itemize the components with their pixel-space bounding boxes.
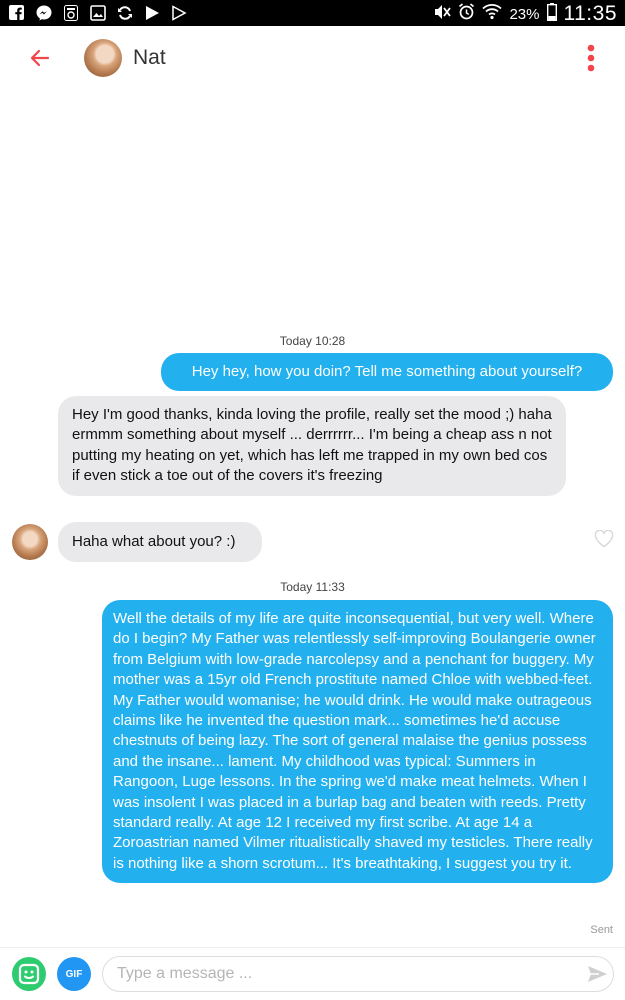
- chat-header: Nat: [0, 26, 625, 90]
- alarm-icon: [458, 3, 475, 25]
- play-outline-icon: [170, 4, 187, 21]
- sticker-button[interactable]: [12, 957, 46, 991]
- message-input[interactable]: [102, 956, 614, 992]
- like-button[interactable]: [594, 529, 614, 548]
- back-arrow-icon: [30, 49, 50, 67]
- timestamp: Today 10:28: [279, 334, 346, 348]
- status-bar: 23% 11:35: [0, 0, 625, 26]
- composer-divider: [0, 947, 625, 948]
- messenger-icon: [35, 4, 52, 21]
- outgoing-message[interactable]: Hey hey, how you doin? Tell me something…: [161, 353, 613, 392]
- smiley-icon: [18, 963, 40, 985]
- back-button[interactable]: [28, 46, 52, 70]
- clock: 11:35: [563, 2, 617, 25]
- incoming-message[interactable]: Hey I'm good thanks, kinda loving the pr…: [58, 396, 566, 496]
- more-options-button[interactable]: [587, 44, 595, 72]
- sent-status: Sent: [590, 924, 613, 936]
- contact-avatar[interactable]: [84, 39, 122, 77]
- heart-icon: [594, 529, 614, 548]
- gif-button[interactable]: GIF: [57, 957, 91, 991]
- send-button[interactable]: [586, 963, 608, 985]
- battery-percent: 23%: [509, 5, 540, 23]
- battery-icon: [546, 2, 557, 26]
- mute-icon: [433, 4, 452, 25]
- contact-name[interactable]: Nat: [133, 46, 166, 70]
- timestamp: Today 11:33: [280, 580, 345, 594]
- sync-icon: [116, 4, 133, 21]
- gallery-icon: [89, 4, 106, 21]
- facebook-icon: [8, 4, 25, 21]
- send-icon: [588, 966, 607, 982]
- radio-icon: [62, 4, 79, 21]
- incoming-message[interactable]: Haha what about you? :): [58, 522, 262, 563]
- wifi-icon: [482, 3, 503, 25]
- contact-avatar-small[interactable]: [12, 524, 48, 560]
- system-icons: 23% 11:35: [433, 2, 617, 26]
- outgoing-message[interactable]: Well the details of my life are quite in…: [102, 600, 613, 884]
- play-icon: [143, 4, 160, 21]
- kebab-menu-icon: [587, 44, 595, 72]
- notification-icons: [8, 4, 187, 21]
